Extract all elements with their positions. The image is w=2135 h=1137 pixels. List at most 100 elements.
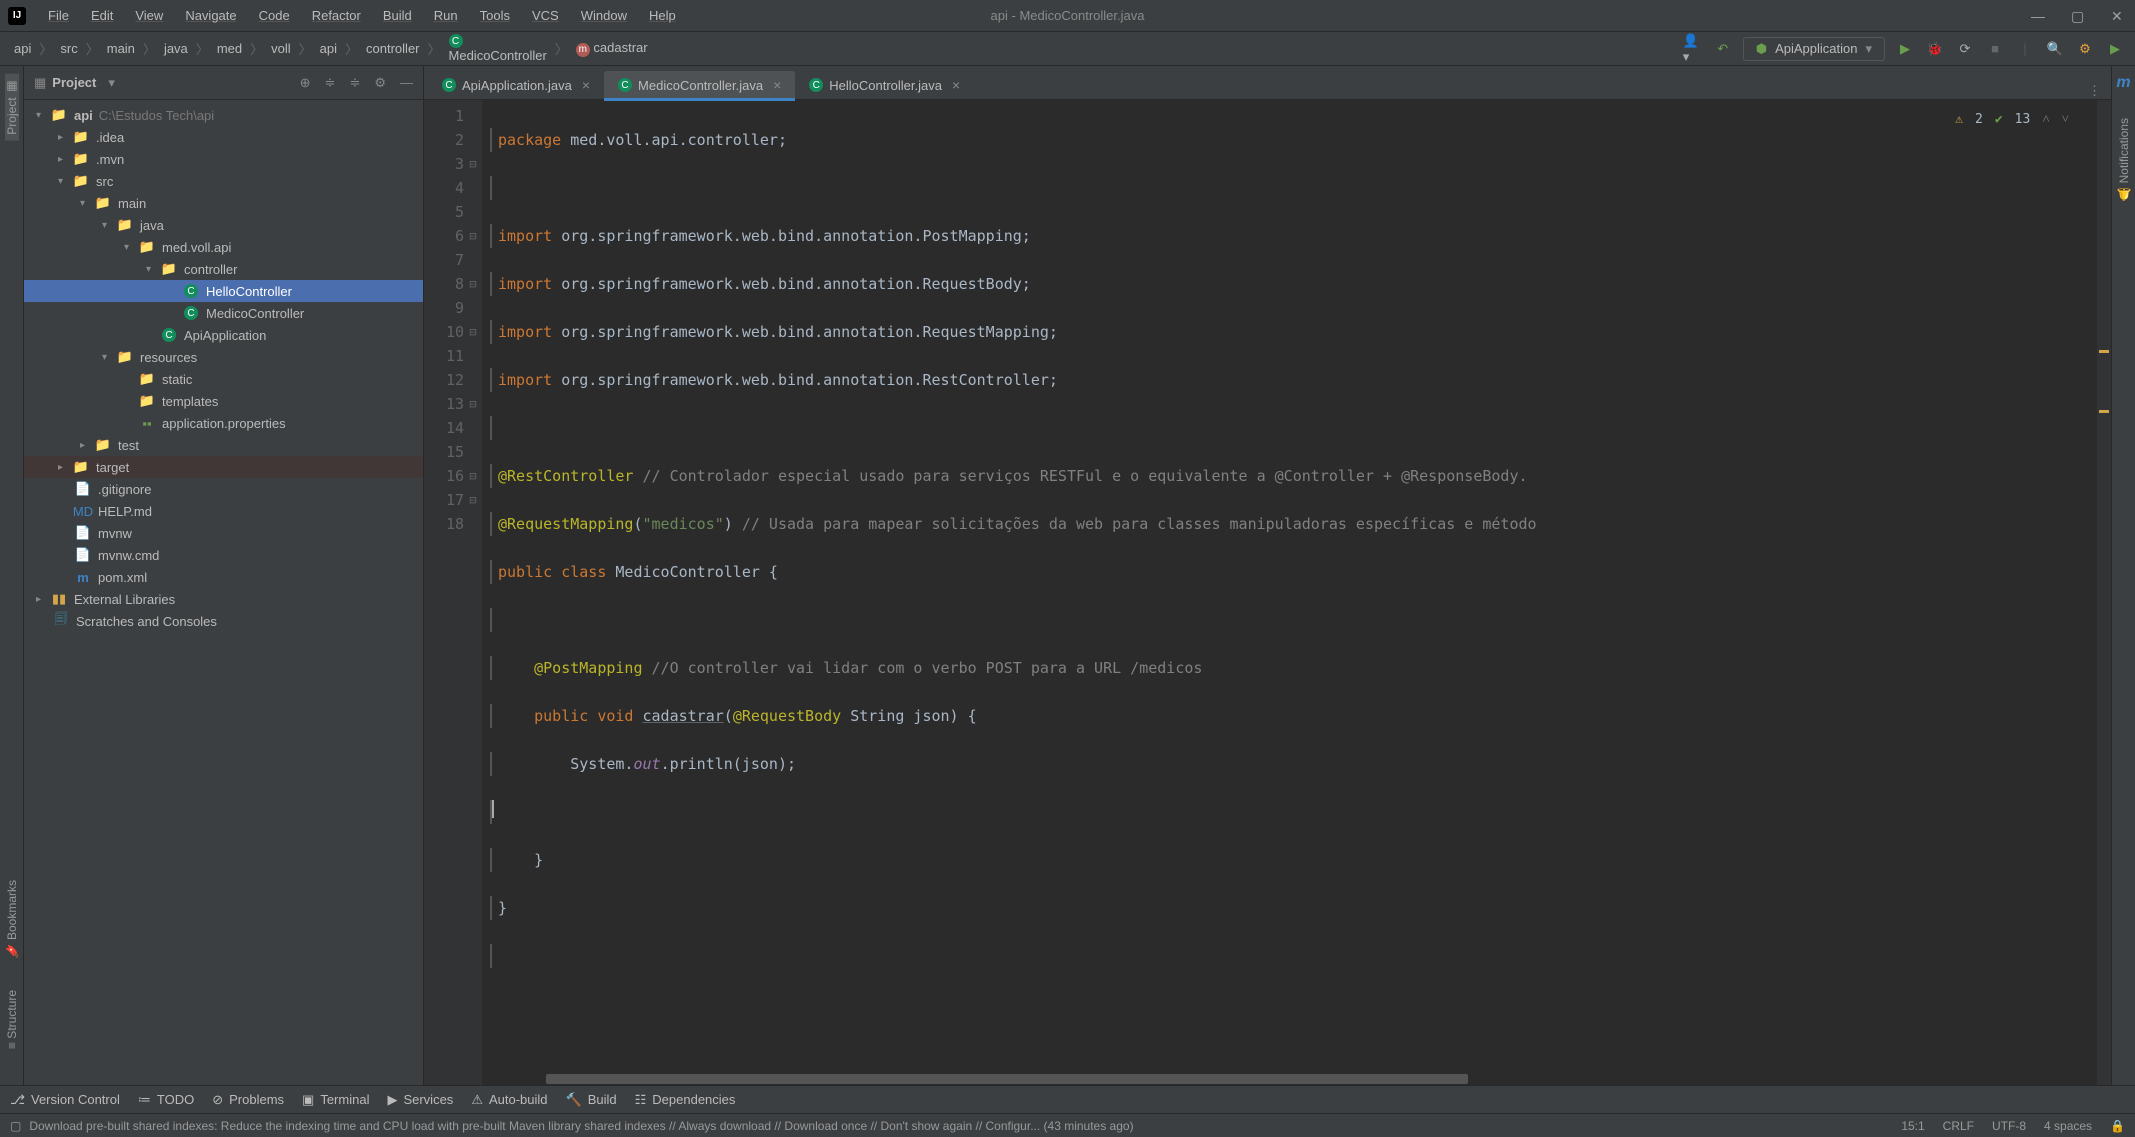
menu-build[interactable]: Build [373, 4, 422, 27]
expand-all-icon[interactable]: ≑ [325, 75, 336, 91]
collapse-all-icon[interactable]: ≑ [349, 75, 360, 91]
close-icon[interactable]: × [773, 77, 781, 93]
fold-icon[interactable]: ⊟ [466, 152, 480, 176]
back-icon[interactable]: ↶ [1713, 39, 1733, 59]
select-file-icon[interactable]: ⊕ [300, 75, 311, 91]
crumb-class[interactable]: C MedicoController [445, 32, 551, 65]
tool-project[interactable]: Project ▦ [5, 74, 19, 141]
tree-main[interactable]: ▾📁main [24, 192, 423, 214]
status-lock-icon[interactable]: 🔒 [2110, 1119, 2125, 1133]
bottom-autobuild[interactable]: ⚠Auto-build [471, 1092, 547, 1108]
menu-navigate[interactable]: Navigate [175, 4, 246, 27]
fold-icon[interactable]: ⊟ [466, 464, 480, 488]
menu-tools[interactable]: Tools [470, 4, 520, 27]
crumb-voll[interactable]: voll [267, 39, 295, 58]
crumb-api2[interactable]: api [316, 39, 341, 58]
tree-src[interactable]: ▾📁src [24, 170, 423, 192]
sync-button[interactable]: ⚙ [2075, 39, 2095, 59]
chevron-down-icon[interactable]: ˅ [2062, 108, 2069, 132]
menu-view[interactable]: View [125, 4, 173, 27]
menu-file[interactable]: File [38, 4, 79, 27]
tree-props[interactable]: ▪▪application.properties [24, 412, 423, 434]
bottom-vcs[interactable]: ⎇Version Control [10, 1092, 120, 1108]
settings-gear-icon[interactable]: ⚙ [374, 75, 386, 91]
bottom-services[interactable]: ▶Services [387, 1092, 453, 1108]
tab-hellocontroller[interactable]: CHelloController.java× [795, 71, 974, 99]
bottom-problems[interactable]: ⊘Problems [212, 1092, 284, 1108]
tree-app[interactable]: CApiApplication [24, 324, 423, 346]
status-indent[interactable]: 4 spaces [2044, 1119, 2092, 1133]
search-button[interactable]: 🔍 [2045, 39, 2065, 59]
crumb-method[interactable]: m cadastrar [572, 38, 652, 59]
crumb-api[interactable]: api [10, 39, 35, 58]
crumb-src[interactable]: src [56, 39, 81, 58]
maximize-button[interactable]: ▢ [2071, 8, 2087, 24]
status-encoding[interactable]: UTF-8 [1992, 1119, 2026, 1133]
tab-medicocontroller[interactable]: CMedicoController.java× [604, 71, 795, 99]
ide-button[interactable]: ▶ [2105, 39, 2125, 59]
bottom-build[interactable]: 🔨Build [566, 1092, 617, 1108]
inspections-widget[interactable]: ⚠2 ✔13 ˄ ˅ [1949, 106, 2075, 134]
tree-mvn[interactable]: ▸📁.mvn [24, 148, 423, 170]
tree-resources[interactable]: ▾📁resources [24, 346, 423, 368]
tool-notifications[interactable]: 🔔 Notifications [2117, 112, 2131, 207]
tree-external[interactable]: ▸▮▮External Libraries [24, 588, 423, 610]
status-message[interactable]: Download pre-built shared indexes: Reduc… [29, 1119, 1133, 1133]
tool-structure[interactable]: ≡ Structure [5, 984, 19, 1055]
fold-icon[interactable]: ⊟ [466, 272, 480, 296]
tree-root[interactable]: ▾📁apiC:\Estudos Tech\api [24, 104, 423, 126]
debug-button[interactable]: 🐞 [1925, 39, 1945, 59]
status-window-icon[interactable]: ▢ [10, 1119, 21, 1133]
close-icon[interactable]: × [952, 77, 960, 93]
tree-scratch[interactable]: 🗐Scratches and Consoles [24, 610, 423, 632]
tree-hello[interactable]: CHelloController [24, 280, 423, 302]
fold-icon[interactable]: ⊟ [466, 320, 480, 344]
stop-button[interactable]: ■ [1985, 39, 2005, 59]
fold-icon[interactable]: ⊟ [466, 488, 480, 512]
fold-icon[interactable]: ⊟ [466, 224, 480, 248]
menu-vcs[interactable]: VCS [522, 4, 569, 27]
coverage-button[interactable]: ⟳ [1955, 39, 1975, 59]
tree-controller[interactable]: ▾📁controller [24, 258, 423, 280]
bottom-todo[interactable]: ≔TODO [138, 1092, 194, 1108]
menu-run[interactable]: Run [424, 4, 468, 27]
fold-icon[interactable]: ⊟ [466, 392, 480, 416]
tree-idea[interactable]: ▸📁.idea [24, 126, 423, 148]
tree-java[interactable]: ▾📁java [24, 214, 423, 236]
tree-mvnwcmd[interactable]: 📄mvnw.cmd [24, 544, 423, 566]
tree-help[interactable]: MDHELP.md [24, 500, 423, 522]
crumb-main[interactable]: main [103, 39, 139, 58]
tree-pom[interactable]: mpom.xml [24, 566, 423, 588]
user-icon[interactable]: 👤▾ [1683, 39, 1703, 59]
hide-panel-icon[interactable]: — [400, 75, 413, 90]
bottom-dependencies[interactable]: ☷Dependencies [635, 1092, 736, 1108]
status-cursor-pos[interactable]: 15:1 [1901, 1119, 1924, 1133]
close-button[interactable]: ✕ [2111, 8, 2127, 24]
code-editor[interactable]: package med.voll.api.controller; import … [482, 100, 2097, 1085]
maven-tool-icon[interactable]: m [2116, 74, 2130, 92]
tree-target[interactable]: ▸📁target [24, 456, 423, 478]
tree-gitignore[interactable]: 📄.gitignore [24, 478, 423, 500]
tree-static[interactable]: 📁static [24, 368, 423, 390]
close-icon[interactable]: × [582, 77, 590, 93]
minimize-button[interactable]: — [2031, 8, 2047, 24]
crumb-med[interactable]: med [213, 39, 246, 58]
menu-edit[interactable]: Edit [81, 4, 123, 27]
tree-mvnw[interactable]: 📄mvnw [24, 522, 423, 544]
menu-refactor[interactable]: Refactor [302, 4, 371, 27]
tool-bookmarks[interactable]: 🔖 Bookmarks [5, 874, 19, 964]
chevron-down-icon[interactable]: ▾ [108, 75, 115, 91]
run-configuration[interactable]: ⬢ ApiApplication ▾ [1743, 37, 1885, 61]
chevron-up-icon[interactable]: ˄ [2042, 108, 2049, 132]
bottom-terminal[interactable]: ▣Terminal [302, 1092, 369, 1108]
status-eol[interactable]: CRLF [1943, 1119, 1974, 1133]
crumb-controller[interactable]: controller [362, 39, 423, 58]
crumb-java[interactable]: java [160, 39, 192, 58]
tab-apiapplication[interactable]: CApiApplication.java× [428, 71, 604, 99]
horizontal-scrollbar[interactable] [546, 1073, 2083, 1085]
menu-code[interactable]: Code [249, 4, 300, 27]
error-stripe[interactable] [2097, 100, 2111, 1085]
tree-templates[interactable]: 📁templates [24, 390, 423, 412]
menu-help[interactable]: Help [639, 4, 686, 27]
menu-window[interactable]: Window [571, 4, 637, 27]
